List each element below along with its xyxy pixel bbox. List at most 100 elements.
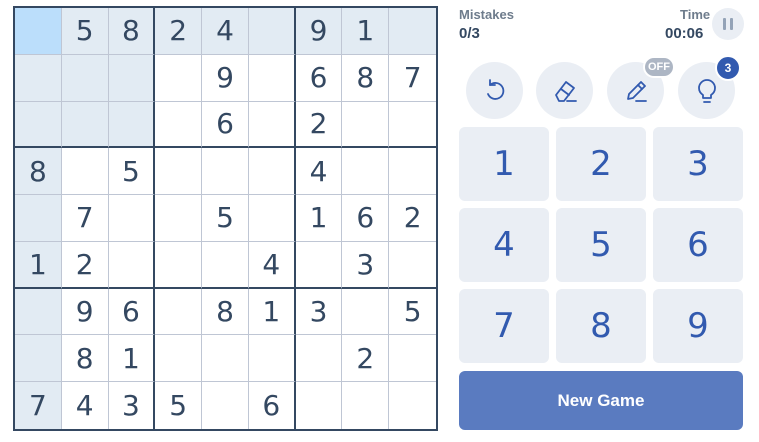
number-key-3[interactable]: 3 xyxy=(653,127,743,201)
sudoku-cell[interactable] xyxy=(15,335,62,383)
sudoku-cell[interactable]: 5 xyxy=(202,195,249,242)
sudoku-cell[interactable] xyxy=(15,101,62,149)
sudoku-cell[interactable]: 4 xyxy=(62,382,109,429)
sudoku-cell[interactable]: 5 xyxy=(108,148,156,196)
number-key-9[interactable]: 9 xyxy=(653,289,743,363)
sudoku-cell[interactable]: 4 xyxy=(295,148,343,196)
sudoku-cell[interactable] xyxy=(342,288,390,336)
number-key-7[interactable]: 7 xyxy=(459,289,549,363)
sudoku-cell[interactable] xyxy=(248,195,296,242)
sudoku-cell[interactable] xyxy=(108,241,156,289)
new-game-button[interactable]: New Game xyxy=(459,371,743,430)
sudoku-cell[interactable] xyxy=(15,54,62,102)
sudoku-cell[interactable] xyxy=(108,195,156,242)
sudoku-cell[interactable] xyxy=(389,382,436,429)
sudoku-cell[interactable] xyxy=(155,241,203,289)
sudoku-cell[interactable] xyxy=(155,54,203,102)
sudoku-cell[interactable]: 8 xyxy=(108,8,156,55)
sudoku-cell[interactable] xyxy=(108,101,156,149)
sudoku-cell[interactable] xyxy=(155,101,203,149)
sudoku-cell[interactable]: 4 xyxy=(202,8,249,55)
sudoku-board: 58249196876285475162124396813581274356 xyxy=(13,6,438,431)
sudoku-cell[interactable] xyxy=(202,335,249,383)
sudoku-cell[interactable]: 7 xyxy=(15,382,62,429)
sudoku-cell[interactable]: 1 xyxy=(108,335,156,383)
sudoku-cell[interactable] xyxy=(296,382,343,429)
sudoku-cell[interactable] xyxy=(295,335,343,383)
sudoku-cell[interactable] xyxy=(61,148,109,196)
number-key-6[interactable]: 6 xyxy=(653,208,743,282)
sudoku-cell[interactable]: 2 xyxy=(342,335,390,383)
sudoku-cell[interactable]: 5 xyxy=(61,8,109,55)
sudoku-cell[interactable] xyxy=(61,101,109,149)
sudoku-cell[interactable] xyxy=(248,335,296,383)
sudoku-cell[interactable] xyxy=(15,8,62,55)
sudoku-cell[interactable]: 1 xyxy=(15,241,62,289)
sudoku-cell[interactable] xyxy=(389,102,436,149)
sudoku-cell[interactable] xyxy=(342,382,390,429)
sudoku-cell[interactable] xyxy=(15,288,62,336)
sudoku-cell[interactable]: 3 xyxy=(295,288,343,336)
sudoku-cell[interactable]: 6 xyxy=(342,195,390,242)
sudoku-cell[interactable]: 2 xyxy=(295,101,343,149)
sudoku-cell[interactable]: 2 xyxy=(389,195,436,242)
sudoku-cell[interactable] xyxy=(389,242,436,289)
erase-button[interactable] xyxy=(536,62,593,119)
pause-button[interactable] xyxy=(712,8,744,40)
sudoku-cell[interactable] xyxy=(155,335,203,383)
sudoku-cell[interactable]: 6 xyxy=(249,382,296,429)
sudoku-cell[interactable] xyxy=(108,54,156,102)
sudoku-cell[interactable]: 6 xyxy=(295,54,343,102)
sudoku-cell[interactable]: 2 xyxy=(61,241,109,289)
sudoku-cell[interactable] xyxy=(248,101,296,149)
sudoku-cell[interactable] xyxy=(202,382,249,429)
sudoku-cell[interactable]: 5 xyxy=(155,382,203,429)
sudoku-cell[interactable] xyxy=(15,195,62,242)
hint-count-badge: 3 xyxy=(715,55,741,81)
eraser-icon xyxy=(554,80,577,102)
sudoku-cell[interactable]: 4 xyxy=(248,241,296,289)
sudoku-cell[interactable] xyxy=(155,148,203,196)
sudoku-cell[interactable]: 8 xyxy=(15,148,62,196)
sudoku-cell[interactable]: 9 xyxy=(202,54,249,102)
sudoku-cell[interactable]: 5 xyxy=(389,289,436,336)
sudoku-cell[interactable]: 1 xyxy=(248,288,296,336)
sudoku-cell[interactable]: 2 xyxy=(155,8,203,55)
sudoku-cell[interactable] xyxy=(389,335,436,383)
sudoku-cell[interactable] xyxy=(248,8,296,55)
number-key-1[interactable]: 1 xyxy=(459,127,549,201)
sudoku-cell[interactable] xyxy=(202,241,249,289)
undo-button[interactable] xyxy=(466,62,523,119)
sudoku-cell[interactable]: 8 xyxy=(202,288,249,336)
sudoku-cell[interactable] xyxy=(248,148,296,196)
sudoku-cell[interactable] xyxy=(342,101,390,149)
sudoku-cell[interactable] xyxy=(61,54,109,102)
sudoku-cell[interactable]: 1 xyxy=(295,195,343,242)
time-label: Time xyxy=(680,7,711,22)
sudoku-cell[interactable] xyxy=(202,148,249,196)
sudoku-cell[interactable] xyxy=(342,148,390,196)
sudoku-cell[interactable]: 9 xyxy=(61,288,109,336)
sudoku-cell[interactable]: 8 xyxy=(342,54,390,102)
sudoku-cell[interactable]: 6 xyxy=(202,101,249,149)
sudoku-cell[interactable]: 3 xyxy=(109,382,156,429)
sudoku-cell[interactable] xyxy=(295,241,343,289)
sudoku-cell[interactable] xyxy=(389,148,436,196)
number-key-4[interactable]: 4 xyxy=(459,208,549,282)
number-key-2[interactable]: 2 xyxy=(556,127,646,201)
sudoku-cell[interactable]: 7 xyxy=(389,55,436,102)
sudoku-cell[interactable]: 3 xyxy=(342,241,390,289)
sudoku-cell[interactable]: 7 xyxy=(61,195,109,242)
number-key-8[interactable]: 8 xyxy=(556,289,646,363)
sudoku-cell[interactable] xyxy=(389,8,436,55)
sudoku-cell[interactable] xyxy=(155,288,203,336)
sudoku-cell[interactable] xyxy=(248,54,296,102)
sudoku-cell[interactable]: 9 xyxy=(295,8,343,55)
mistakes-label: Mistakes xyxy=(459,7,514,22)
sudoku-cell[interactable]: 6 xyxy=(108,288,156,336)
number-key-5[interactable]: 5 xyxy=(556,208,646,282)
mistakes-value: 0/3 xyxy=(459,25,480,42)
sudoku-cell[interactable] xyxy=(155,195,203,242)
sudoku-cell[interactable]: 8 xyxy=(61,335,109,383)
sudoku-cell[interactable]: 1 xyxy=(342,8,390,55)
